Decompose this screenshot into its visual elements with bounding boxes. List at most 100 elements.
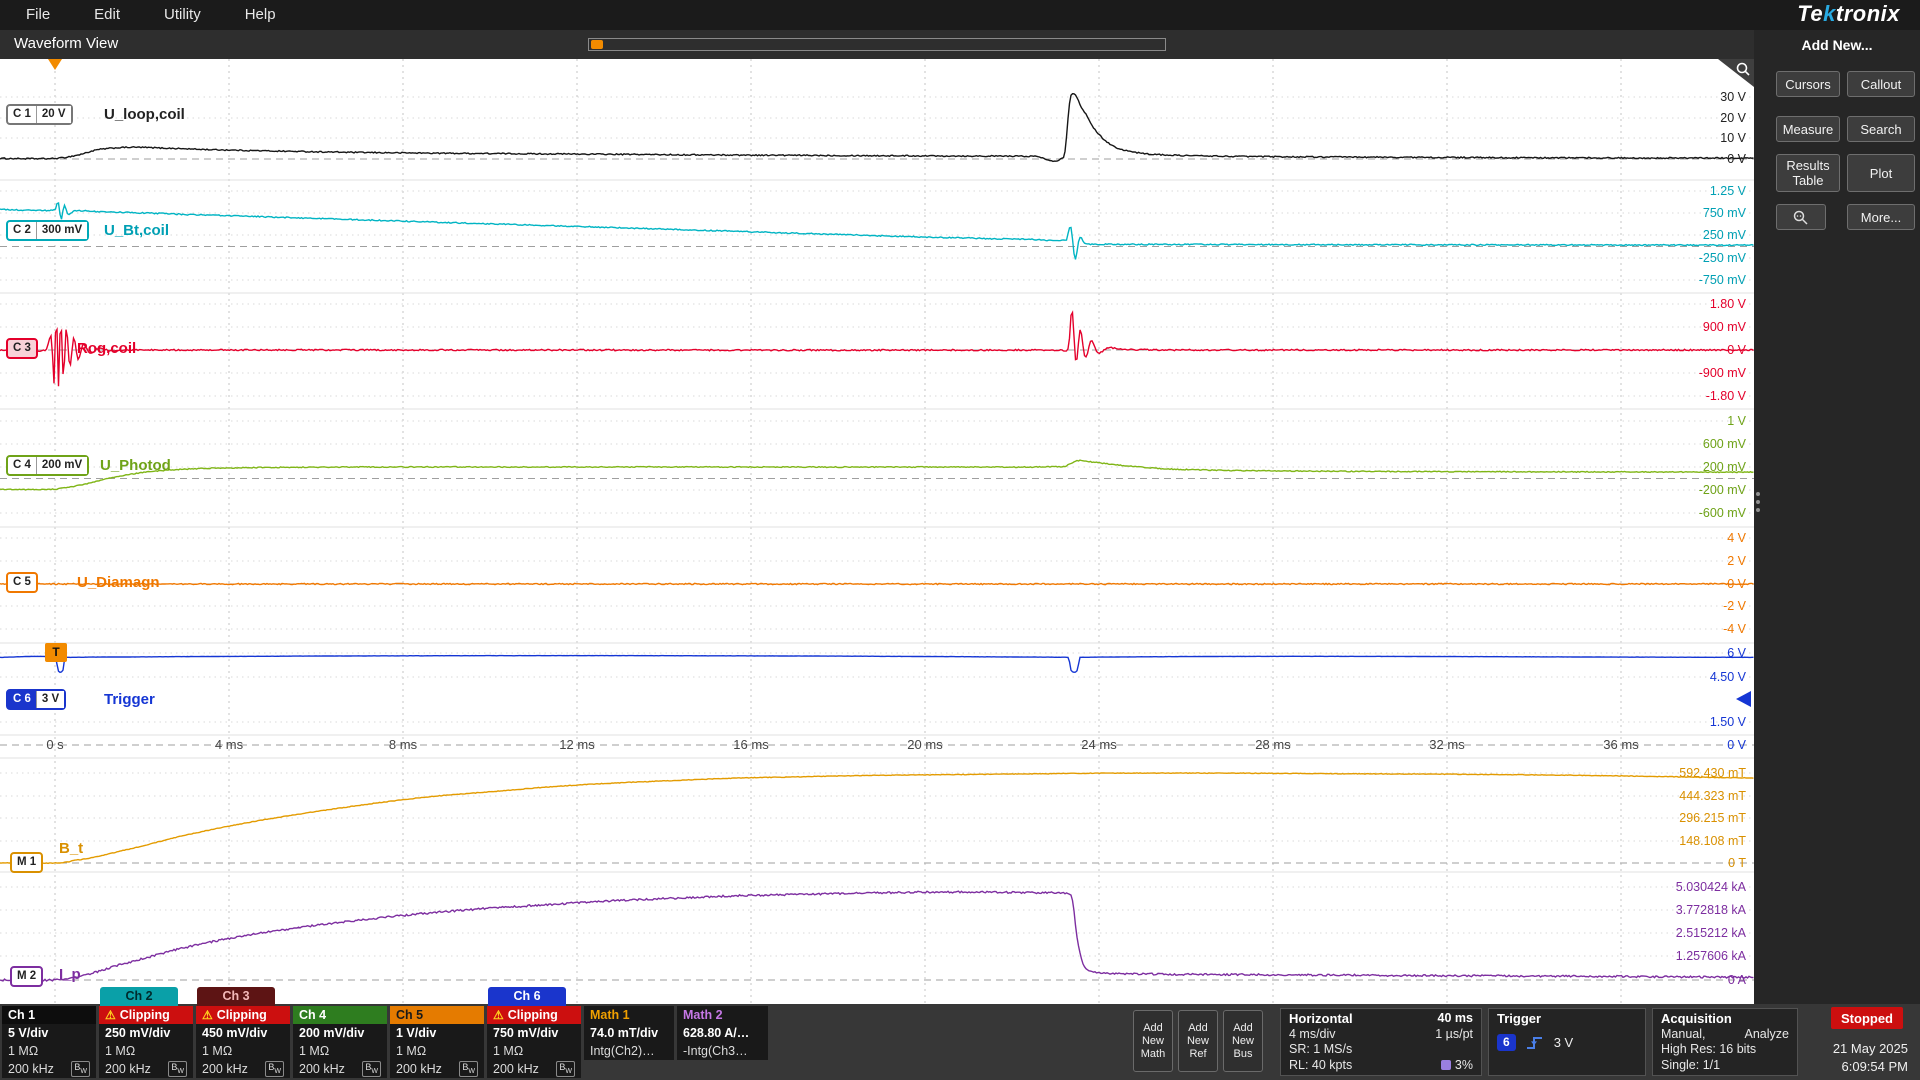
- channel-badge-ch2[interactable]: C 2300 mV: [6, 220, 89, 241]
- channel-badge-ch3[interactable]: C 3: [6, 338, 38, 359]
- channel-badge-ch1[interactable]: C 120 V: [6, 104, 73, 125]
- axis-label-ch2: 750 mV: [1703, 205, 1746, 221]
- channel-label-ch3[interactable]: Rog,coil: [77, 339, 136, 359]
- plot-button[interactable]: Plot: [1847, 154, 1915, 192]
- channel-badge-ch5[interactable]: C 5: [6, 572, 38, 593]
- channel-badge-ch6[interactable]: C 63 V: [6, 689, 66, 710]
- settings-badge-math2[interactable]: Math 2628.80 A/…-Intg(Ch3…: [677, 1006, 768, 1060]
- channel-header[interactable]: Math 1: [584, 1006, 674, 1024]
- trigger-position-marker[interactable]: [48, 59, 62, 70]
- trace-ch1: [0, 94, 1754, 162]
- x-axis-tick: 8 ms: [371, 737, 435, 752]
- badge-id: C 5: [8, 574, 36, 591]
- add-new-math-button[interactable]: AddNewMath: [1133, 1010, 1173, 1072]
- trigger-source-chip[interactable]: 6: [1497, 1034, 1516, 1051]
- add-new-bus-button[interactable]: AddNewBus: [1223, 1010, 1263, 1072]
- channel-header[interactable]: Ch 1: [2, 1006, 96, 1024]
- channel-badge-m2[interactable]: M 2: [10, 966, 43, 987]
- zoom-overview-scrollbar[interactable]: [588, 38, 1166, 51]
- channel-tab-ch2[interactable]: Ch 2: [100, 987, 178, 1006]
- clipping-warning[interactable]: ⚠Clipping: [487, 1006, 581, 1024]
- axis-label-ch6: 1.50 V: [1710, 714, 1746, 730]
- menu-edit[interactable]: Edit: [72, 0, 142, 30]
- search-button[interactable]: Search: [1847, 116, 1915, 142]
- axis-label-ch3: -1.80 V: [1706, 388, 1746, 404]
- axis-label-m1: 444.323 mT: [1679, 788, 1746, 804]
- cursors-button[interactable]: Cursors: [1776, 71, 1840, 97]
- x-axis-tick: 12 ms: [545, 737, 609, 752]
- acquisition-panel[interactable]: Acquisition Manual,Analyze High Res: 16 …: [1652, 1008, 1798, 1076]
- channel-label-ch4[interactable]: U_Photod: [100, 456, 171, 476]
- axis-label-ch1: 0 V: [1727, 151, 1746, 167]
- clipping-warning[interactable]: ⚠Clipping: [196, 1006, 290, 1024]
- badge-row: 750 mV/div: [487, 1024, 581, 1042]
- trigger-panel[interactable]: Trigger 6 3 V: [1488, 1008, 1646, 1076]
- channel-label-ch1[interactable]: U_loop,coil: [104, 105, 185, 125]
- menu-help[interactable]: Help: [223, 0, 298, 30]
- trigger-level-marker[interactable]: [1736, 691, 1751, 707]
- settings-badge-ch4[interactable]: Ch 4200 mV/div1 MΩ200 kHzBW: [293, 1006, 387, 1078]
- memory-fill-percent: 3%: [1455, 1058, 1473, 1074]
- badge-row: 74.0 mT/div: [584, 1024, 674, 1042]
- channel-label-ch5[interactable]: U_Diamagn: [77, 573, 160, 593]
- channel-label-m1[interactable]: B_t: [59, 839, 83, 859]
- axis-label-ch6: 6 V: [1727, 645, 1746, 661]
- axis-label-ch4: -200 mV: [1699, 482, 1746, 498]
- waveform-display[interactable]: 30 V20 V10 V0 VU_loop,coilC 120 V1.25 V7…: [0, 59, 1754, 1004]
- badge-id: M 2: [12, 968, 41, 985]
- add-new-label[interactable]: Add New...: [1754, 37, 1920, 53]
- menu-utility[interactable]: Utility: [142, 0, 223, 30]
- axis-label-m1: 0 T: [1728, 855, 1746, 871]
- clipping-warning[interactable]: ⚠Clipping: [99, 1006, 193, 1024]
- badge-id: M 1: [12, 854, 41, 871]
- axis-label-m2: 2.515212 kA: [1676, 925, 1746, 941]
- right-control-panel: Add New... Cursors Callout Measure Searc…: [1754, 30, 1920, 1004]
- channel-header[interactable]: Ch 4: [293, 1006, 387, 1024]
- badge-row: 5 V/div: [2, 1024, 96, 1042]
- magnifier-icon: [1735, 61, 1751, 77]
- channel-badge-ch4[interactable]: C 4200 mV: [6, 455, 89, 476]
- run-stop-status[interactable]: Stopped: [1831, 1007, 1903, 1029]
- badge-row: 1 MΩ: [390, 1042, 484, 1060]
- channel-tab-ch6[interactable]: Ch 6: [488, 987, 566, 1006]
- sample-rate: SR: 1 MS/s: [1289, 1042, 1352, 1058]
- more-button[interactable]: More...: [1847, 204, 1915, 230]
- bandwidth-limit-icon: BW: [459, 1061, 478, 1078]
- waveform-canvas: [0, 59, 1754, 1004]
- settings-badge-ch1[interactable]: Ch 15 V/div1 MΩ200 kHzBW: [2, 1006, 96, 1078]
- add-new-ref-button[interactable]: AddNewRef: [1178, 1010, 1218, 1072]
- measure-button[interactable]: Measure: [1776, 116, 1840, 142]
- axis-label-ch6: 0 V: [1727, 737, 1746, 753]
- settings-badge-ch2[interactable]: Ch 2⚠Clipping250 mV/div1 MΩ200 kHzBW: [99, 1006, 193, 1078]
- settings-badge-math1[interactable]: Math 174.0 mT/divIntg(Ch2)…: [584, 1006, 674, 1060]
- zoom-search-button[interactable]: [1776, 204, 1826, 230]
- settings-badge-ch3[interactable]: Ch 3⚠Clipping450 mV/div1 MΩ200 kHzBW: [196, 1006, 290, 1078]
- badge-row: 1 MΩ: [99, 1042, 193, 1060]
- x-axis-tick: 16 ms: [719, 737, 783, 752]
- memory-fill-icon: [1441, 1060, 1451, 1070]
- panel-splitter-handle[interactable]: [1756, 492, 1760, 512]
- badge-row: 628.80 A/…: [677, 1024, 768, 1042]
- horizontal-panel[interactable]: Horizontal40 ms 4 ms/div1 µs/pt SR: 1 MS…: [1280, 1008, 1482, 1076]
- trigger-source-badge[interactable]: T: [45, 643, 67, 662]
- axis-label-ch3: 0 V: [1727, 342, 1746, 358]
- channel-badge-m1[interactable]: M 1: [10, 852, 43, 873]
- channel-label-m2[interactable]: I_p: [59, 965, 81, 985]
- channel-label-ch2[interactable]: U_Bt,coil: [104, 221, 169, 241]
- clipping-label: Clipping: [217, 1006, 267, 1024]
- settings-badge-ch5[interactable]: Ch 51 V/div1 MΩ200 kHzBW: [390, 1006, 484, 1078]
- callout-button[interactable]: Callout: [1847, 71, 1915, 97]
- channel-header[interactable]: Math 2: [677, 1006, 768, 1024]
- settings-badge-ch6[interactable]: Ch 6⚠Clipping750 mV/div1 MΩ200 kHzBW: [487, 1006, 581, 1078]
- axis-label-ch1: 10 V: [1720, 130, 1746, 146]
- results-table-button[interactable]: ResultsTable: [1776, 154, 1840, 192]
- channel-label-ch6[interactable]: Trigger: [104, 690, 155, 710]
- axis-label-ch3: 1.80 V: [1710, 296, 1746, 312]
- badge-row: 200 mV/div: [293, 1024, 387, 1042]
- channel-header[interactable]: Ch 5: [390, 1006, 484, 1024]
- axis-label-m2: 0 A: [1728, 972, 1746, 988]
- overview-grip-icon[interactable]: [591, 40, 603, 49]
- menu-bar: FileEditUtilityHelp Tektronix: [0, 0, 1920, 30]
- menu-file[interactable]: File: [4, 0, 72, 30]
- channel-tab-ch3[interactable]: Ch 3: [197, 987, 275, 1006]
